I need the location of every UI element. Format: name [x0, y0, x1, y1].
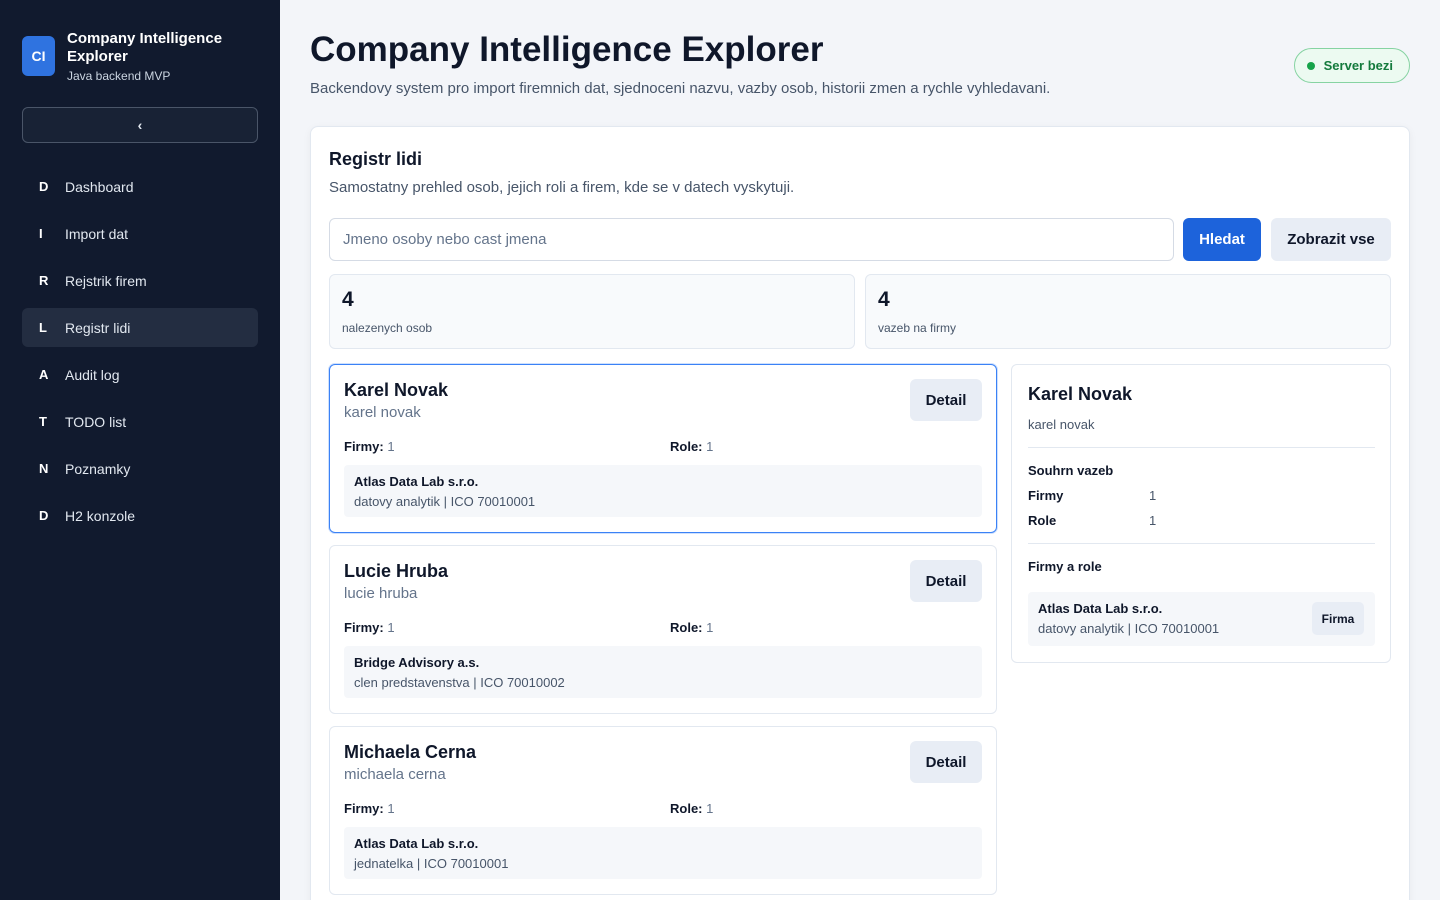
person-normalized-name: michaela cerna	[344, 766, 446, 783]
company-type-badge[interactable]: Firma	[1312, 602, 1364, 635]
sidebar-item-h2-console[interactable]: D H2 konzole	[22, 496, 258, 535]
person-detail-panel: Karel Novak karel novak Souhrn vazeb Fir…	[1011, 364, 1391, 663]
stat-label: nalezenych osob	[342, 321, 433, 335]
brand: CI Company Intelligence Explorer Java ba…	[22, 30, 247, 83]
nav-letter-icon: D	[39, 179, 49, 194]
sidebar-item-audit-log[interactable]: A Audit log	[22, 355, 258, 394]
person-name: Lucie Hruba	[344, 561, 449, 581]
nav-letter-icon: D	[39, 508, 49, 523]
sidebar-item-label: Audit log	[65, 366, 120, 383]
company-name: Bridge Advisory a.s.	[354, 655, 480, 670]
summary-roles-value: 1	[1149, 513, 1157, 528]
companies-roles-title: Firmy a role	[1028, 559, 1102, 574]
app-subtitle: Java backend MVP	[67, 69, 171, 83]
sidebar-item-company-register[interactable]: R Rejstrik firem	[22, 261, 258, 300]
people-register-panel: Registr lidi Samostatny prehled osob, je…	[310, 126, 1410, 900]
nav-letter-icon: A	[39, 367, 49, 382]
nav-letter-icon: R	[39, 273, 49, 288]
company-name: Atlas Data Lab s.r.o.	[354, 836, 479, 851]
person-search-input[interactable]	[329, 218, 1174, 261]
person-detail-button[interactable]: Detail	[910, 741, 982, 783]
summary-roles-label: Role	[1028, 513, 1057, 528]
summary-title: Souhrn vazeb	[1028, 463, 1114, 478]
person-companies-count: Firmy: 1	[344, 620, 395, 635]
company-name: Atlas Data Lab s.r.o.	[354, 474, 479, 489]
sidebar-item-dashboard[interactable]: D Dashboard	[22, 167, 258, 206]
stat-value: 4	[878, 288, 890, 311]
show-all-button[interactable]: Zobrazit vse	[1271, 218, 1391, 261]
person-normalized-name: karel novak	[344, 404, 421, 421]
person-name: Karel Novak	[344, 380, 449, 400]
sidebar-nav: D Dashboard I Import dat R Rejstrik fire…	[22, 167, 258, 543]
company-name: Atlas Data Lab s.r.o.	[1038, 601, 1163, 616]
status-badge: Server bezi	[1293, 48, 1410, 83]
nav-letter-icon: N	[39, 461, 49, 476]
sidebar-item-notes[interactable]: N Poznamky	[22, 449, 258, 488]
sidebar-item-label: Import dat	[65, 225, 129, 242]
app-title: Company Intelligence Explorer	[67, 30, 223, 65]
page-subtitle: Backendovy system pro import firemnich d…	[310, 80, 1051, 97]
person-card[interactable]: Michaela Cerna michaela cerna Detail Fir…	[329, 726, 997, 895]
panel-title: Registr lidi	[329, 149, 423, 169]
summary-companies-label: Firmy	[1028, 488, 1064, 503]
stat-label: vazeb na firmy	[878, 321, 957, 335]
main-content: Company Intelligence Explorer Backendovy…	[310, 0, 1410, 900]
stat-value: 4	[342, 288, 354, 311]
sidebar-item-import[interactable]: I Import dat	[22, 214, 258, 253]
summary-companies-value: 1	[1149, 488, 1157, 503]
detail-person-name: Karel Novak	[1028, 384, 1133, 404]
divider	[1028, 543, 1375, 544]
detail-company-item: Atlas Data Lab s.r.o. datovy analytik | …	[1028, 592, 1375, 646]
detail-normalized-name: karel novak	[1028, 417, 1095, 432]
panel-subtitle: Samostatny prehled osob, jejich roli a f…	[329, 179, 795, 196]
person-company-item: Atlas Data Lab s.r.o. jednatelka | ICO 7…	[344, 827, 982, 879]
sidebar: CI Company Intelligence Explorer Java ba…	[0, 0, 280, 900]
person-company-item: Atlas Data Lab s.r.o. datovy analytik | …	[344, 465, 982, 517]
person-detail-button[interactable]: Detail	[910, 379, 982, 421]
person-card[interactable]: Karel Novak karel novak Detail Firmy: 1 …	[329, 364, 997, 533]
sidebar-item-todo[interactable]: T TODO list	[22, 402, 258, 441]
nav-letter-icon: L	[39, 320, 47, 335]
sidebar-item-label: Registr lidi	[65, 319, 131, 336]
sidebar-item-label: Poznamky	[65, 460, 131, 477]
person-detail-button[interactable]: Detail	[910, 560, 982, 602]
sidebar-item-label: Dashboard	[65, 178, 134, 195]
person-roles-count: Role: 1	[670, 620, 714, 635]
company-role-info: datovy analytik | ICO 70010001	[354, 494, 536, 509]
page-title: Company Intelligence Explorer	[310, 30, 824, 69]
sidebar-item-label: Rejstrik firem	[65, 272, 147, 289]
company-role-info: datovy analytik | ICO 70010001	[1038, 621, 1220, 636]
search-button[interactable]: Hledat	[1183, 218, 1261, 261]
person-company-item: Bridge Advisory a.s. clen predstavenstva…	[344, 646, 982, 698]
person-name: Michaela Cerna	[344, 742, 477, 762]
nav-letter-icon: I	[39, 226, 43, 241]
app-logo: CI	[22, 36, 55, 76]
nav-letter-icon: T	[39, 414, 47, 429]
person-normalized-name: lucie hruba	[344, 585, 418, 602]
status-text: Server bezi	[1323, 58, 1393, 73]
sidebar-item-label: TODO list	[65, 413, 127, 430]
company-role-info: clen predstavenstva | ICO 70010002	[354, 675, 565, 690]
person-companies-count: Firmy: 1	[344, 801, 395, 816]
company-role-info: jednatelka | ICO 70010001	[354, 856, 509, 871]
person-companies-count: Firmy: 1	[344, 439, 395, 454]
divider	[1028, 447, 1375, 448]
person-roles-count: Role: 1	[670, 439, 714, 454]
status-dot-icon	[1306, 61, 1315, 70]
collapse-sidebar-button[interactable]: ‹	[22, 107, 258, 143]
person-roles-count: Role: 1	[670, 801, 714, 816]
stat-company-links: 4 vazeb na firmy	[865, 274, 1391, 349]
sidebar-item-people-register[interactable]: L Registr lidi	[22, 308, 258, 347]
person-card[interactable]: Lucie Hruba lucie hruba Detail Firmy: 1 …	[329, 545, 997, 714]
sidebar-item-label: H2 konzole	[65, 507, 136, 524]
stat-found-people: 4 nalezenych osob	[329, 274, 855, 349]
